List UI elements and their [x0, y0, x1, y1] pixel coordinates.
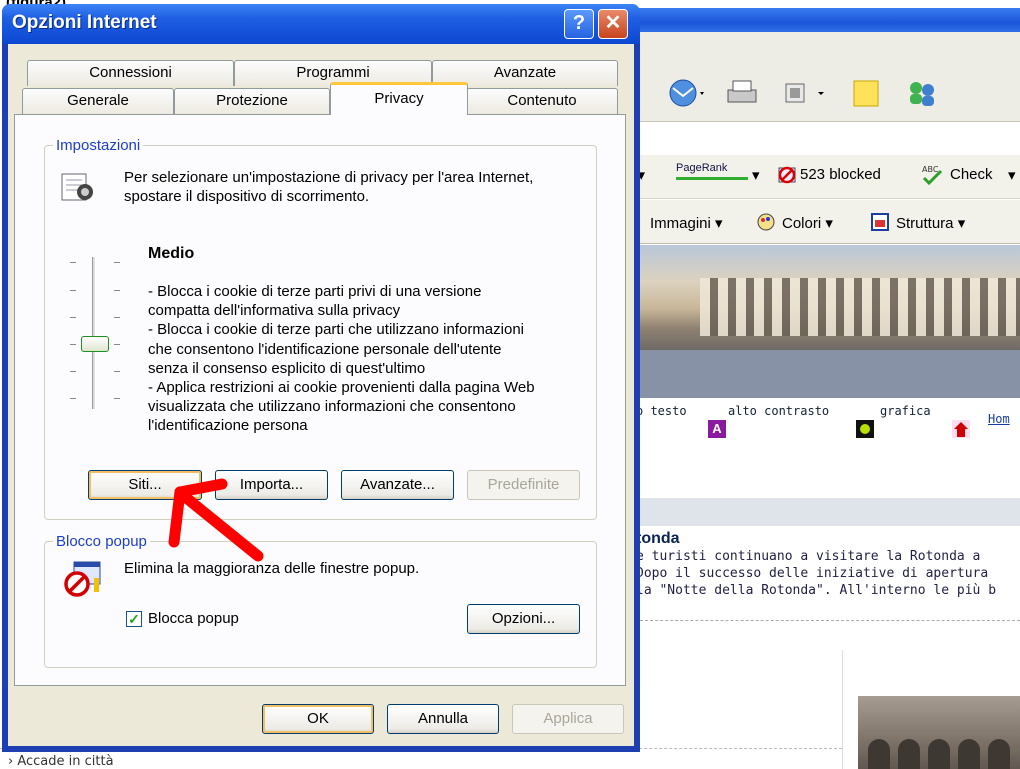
block-popup-label[interactable]: Blocca popup	[148, 610, 239, 627]
images-menu[interactable]: Immagini ▾	[650, 214, 723, 232]
popup-options-button[interactable]: Opzioni...	[467, 604, 580, 634]
slider-tick	[114, 290, 120, 291]
colors-icon	[757, 213, 775, 231]
slider-tick	[70, 290, 76, 291]
article-line: e turisti continuano a visitare la Roton…	[636, 549, 981, 564]
article-preview: tonda e turisti continuano a visitare la…	[636, 530, 1020, 599]
advanced-button[interactable]: Avanzate...	[341, 470, 454, 500]
images-menu-label: Immagini	[650, 215, 711, 232]
popup-blocker-icon	[778, 166, 796, 184]
photo-arch	[868, 739, 890, 769]
colors-menu-label: Colori	[782, 215, 822, 232]
privacy-slider-thumb[interactable]	[81, 336, 109, 352]
tab-generale[interactable]: Generale	[22, 88, 174, 114]
slider-tick	[114, 317, 120, 318]
browser-title-bar	[630, 8, 1020, 32]
tab-privacy[interactable]: Privacy	[330, 82, 468, 115]
slider-tick	[114, 398, 120, 399]
tab-connessioni[interactable]: Connessioni	[27, 60, 234, 86]
photo-arch	[928, 739, 950, 769]
settings-legend: Impostazioni	[56, 137, 141, 154]
slider-tick	[114, 344, 120, 345]
browser-toolbar	[630, 32, 1020, 122]
article-title[interactable]: tonda	[636, 530, 1020, 548]
check-button[interactable]: Check	[950, 166, 993, 183]
popup-blocker-icon	[64, 561, 101, 597]
help-button[interactable]: ?	[564, 9, 594, 39]
privacy-slider-track[interactable]	[92, 257, 96, 409]
annotation-arrow-icon	[168, 478, 264, 562]
dialog-title: Opzioni Internet	[12, 12, 157, 33]
content-divider-band	[630, 498, 1020, 526]
graphic-icon	[856, 420, 874, 438]
structure-icon	[871, 213, 889, 231]
contrast-icon: A	[708, 420, 726, 438]
home-icon	[952, 420, 970, 438]
cancel-button[interactable]: Annulla	[387, 704, 499, 734]
photo-arch	[898, 739, 920, 769]
slider-tick	[70, 317, 76, 318]
popup-group: Blocco popup	[44, 533, 597, 668]
print-icon[interactable]	[722, 78, 762, 108]
privacy-icon	[61, 173, 93, 201]
mail-icon[interactable]	[668, 78, 708, 108]
privacy-level-title: Medio	[148, 245, 195, 262]
tab-contenuto[interactable]: Contenuto	[466, 88, 618, 114]
article-line: Dopo il successo delle iniziative di ape…	[636, 566, 989, 581]
chevron-down-icon[interactable]: ▾	[1008, 166, 1016, 184]
article-line: la "Notte della Rotonda". All'interno le…	[636, 583, 997, 598]
tab-protezione[interactable]: Protezione	[174, 88, 330, 114]
structure-menu-label: Struttura	[896, 215, 954, 232]
ok-button[interactable]: OK	[262, 704, 374, 734]
photo-arch	[958, 739, 980, 769]
slider-tick	[70, 371, 76, 372]
banner-arcades	[700, 278, 1020, 336]
spellcheck-icon: ABC	[922, 165, 943, 186]
default-button: Predefinite	[467, 470, 580, 500]
privacy-intro-text: Per selezionare un'impostazione di priva…	[124, 169, 534, 205]
blocked-count[interactable]: 523 blocked	[800, 166, 881, 183]
high-contrast-link[interactable]: alto contrasto	[728, 404, 829, 418]
svg-text:ABC: ABC	[922, 165, 939, 174]
dialog-title-bar[interactable]: Opzioni Internet ? ✕	[2, 4, 640, 44]
slider-tick	[70, 262, 76, 263]
messenger-icon[interactable]	[902, 78, 942, 108]
slider-tick	[114, 262, 120, 263]
popup-legend: Blocco popup	[56, 533, 147, 550]
close-button[interactable]: ✕	[598, 9, 628, 39]
structure-menu[interactable]: Struttura ▾	[896, 214, 965, 232]
text-only-link[interactable]: o testo	[636, 404, 687, 418]
building-photo	[858, 696, 1020, 769]
note-icon[interactable]	[850, 78, 884, 108]
events-link[interactable]: › Accade in città	[8, 754, 114, 769]
apply-button: Applica	[512, 704, 624, 734]
edit-icon[interactable]	[780, 78, 830, 108]
slider-tick	[70, 398, 76, 399]
home-link[interactable]: Hom	[988, 412, 1010, 426]
column-divider	[842, 650, 843, 769]
graphic-link[interactable]: grafica	[880, 404, 931, 418]
events-link-label: Accade in città	[17, 754, 114, 769]
slider-tick	[114, 371, 120, 372]
site-header-band	[630, 350, 1020, 398]
block-popup-checkbox[interactable]: ✓	[126, 611, 142, 627]
privacy-level-description: - Blocca i cookie di terze parti privi d…	[148, 283, 535, 435]
colors-menu[interactable]: Colori ▾	[782, 214, 833, 232]
slider-tick	[70, 344, 76, 345]
pagerank-button[interactable]: PageRank	[676, 162, 748, 180]
divider	[630, 620, 1020, 621]
photo-arch	[988, 739, 1010, 769]
chevron-down-icon[interactable]: ▾	[752, 166, 760, 184]
